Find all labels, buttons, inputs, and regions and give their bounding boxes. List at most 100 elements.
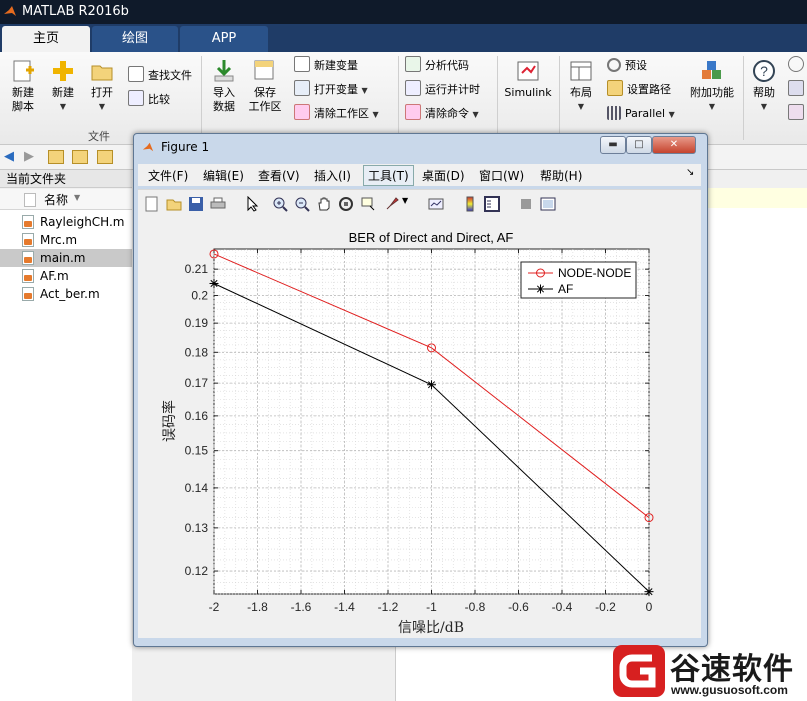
preferences-button[interactable]: 预设 (607, 56, 647, 76)
clear-workspace-icon (294, 104, 310, 120)
run-and-time-button[interactable]: 运行并计时 (405, 80, 480, 100)
pointer-icon[interactable] (244, 196, 260, 212)
tab-home[interactable]: 主页 (2, 26, 90, 52)
x-tick-label: -0.6 (508, 600, 529, 614)
show-plot-tools-icon[interactable] (540, 196, 556, 212)
addons-button[interactable]: 附加功能 ▼ (686, 58, 738, 114)
back-arrow-icon[interactable]: ◀ (4, 149, 14, 164)
maximize-icon: □ (634, 139, 644, 150)
watermark: 谷速软件 www.gusuosoft.com (612, 642, 807, 701)
x-tick-label: -0.2 (595, 600, 616, 614)
save-icon[interactable] (188, 196, 204, 212)
new-variable-icon (294, 56, 310, 72)
new-variable-button[interactable]: 新建变量 (294, 56, 358, 76)
app-title: MATLAB R2016b (22, 4, 129, 19)
file-list-header: 名称 ▼ (0, 189, 132, 210)
x-tick-label: -1.8 (247, 600, 268, 614)
figure-toolbar: ▼ (138, 189, 701, 219)
data-cursor-icon[interactable] (360, 196, 376, 212)
clear-workspace-button[interactable]: 清除工作区 ▼ (294, 104, 379, 125)
up-folder-icon[interactable] (48, 150, 64, 164)
star-marker (536, 284, 545, 294)
file-name: AF.m (40, 269, 69, 283)
m-file-icon (22, 269, 34, 283)
zoom-in-icon[interactable] (272, 196, 288, 212)
tab-apps[interactable]: APP (180, 26, 268, 52)
minimize-button[interactable]: ▬ (600, 136, 626, 154)
save-workspace-button[interactable]: 保存 工作区 (245, 58, 285, 114)
maximize-button[interactable]: □ (626, 136, 652, 154)
help-label: 帮助 (753, 86, 775, 99)
list-item[interactable]: main.m (0, 249, 132, 267)
analyze-code-button[interactable]: 分析代码 (405, 56, 469, 76)
parallel-button[interactable]: Parallel ▼ (607, 104, 675, 125)
learn-matlab-button[interactable] (788, 104, 807, 124)
link-plot-icon[interactable] (428, 196, 444, 212)
compare-button[interactable]: 比较 (128, 90, 170, 110)
menu-file[interactable]: 文件(F) (148, 167, 188, 184)
open-button[interactable]: 打开 ▼ (84, 58, 120, 114)
menu-help[interactable]: 帮助(H) (540, 167, 582, 184)
addons-cubes-icon (699, 58, 725, 84)
set-path-button[interactable]: 设置路径 (607, 80, 671, 100)
menu-view[interactable]: 查看(V) (258, 167, 300, 184)
import-data-icon (211, 58, 237, 84)
name-column-header[interactable]: 名称 (44, 191, 68, 208)
help-button[interactable]: ? 帮助 ▼ (747, 58, 781, 114)
chart-title: BER of Direct and Direct, AF (349, 230, 514, 245)
x-tick-label: -1.2 (378, 600, 399, 614)
ribbon-toolstrip: 新建 脚本 新建 ▼ 打开 ▼ 查找文件 比较 文件 导入 数据 保存 工作区 … (0, 52, 807, 145)
menu-dock-arrow-icon[interactable]: ↘ (686, 167, 694, 178)
close-icon: ✕ (669, 139, 679, 150)
open-variable-button[interactable]: 打开变量 ▼ (294, 80, 368, 101)
new-label: 新建 (52, 86, 74, 99)
addons-dropdown-icon: ▼ (708, 102, 716, 111)
layout-button[interactable]: 布局 ▼ (562, 58, 600, 114)
list-item[interactable]: RayleighCH.m (0, 213, 132, 231)
request-support-button[interactable] (788, 80, 807, 100)
list-item[interactable]: AF.m (0, 267, 132, 285)
new-script-icon (10, 58, 36, 84)
menu-insert[interactable]: 插入(I) (314, 167, 351, 184)
legend[interactable]: NODE-NODE AF (520, 261, 637, 299)
legend-entry: AF (558, 282, 573, 296)
brush-dropdown-icon[interactable]: ▼ (402, 196, 410, 212)
simulink-button[interactable]: Simulink (502, 58, 554, 100)
close-button[interactable]: ✕ (652, 136, 696, 154)
menu-desktop[interactable]: 桌面(D) (422, 167, 465, 184)
import-data-button[interactable]: 导入 数据 (205, 58, 243, 114)
menu-tools[interactable]: 工具(T) (363, 165, 414, 186)
ribbon-separator (201, 56, 202, 140)
menu-window[interactable]: 窗口(W) (479, 167, 524, 184)
ribbon-separator (559, 56, 560, 140)
list-item[interactable]: Act_ber.m (0, 285, 132, 303)
list-item[interactable]: Mrc.m (0, 231, 132, 249)
current-path-folder-icon[interactable] (97, 150, 113, 164)
open-file-icon[interactable] (166, 196, 182, 212)
new-script-button[interactable]: 新建 脚本 (4, 58, 42, 114)
new-button[interactable]: 新建 ▼ (44, 58, 82, 114)
insert-colorbar-icon[interactable] (462, 196, 478, 212)
hide-plot-tools-icon[interactable] (518, 196, 534, 212)
figure-title-bar[interactable]: Figure 1 ▬ □ ✕ (134, 134, 707, 160)
layout-dropdown-icon: ▼ (577, 102, 585, 111)
forward-arrow-icon[interactable]: ▶ (24, 149, 34, 164)
new-plus-icon (50, 58, 76, 84)
print-icon[interactable] (210, 196, 226, 212)
browse-folder-icon[interactable] (72, 150, 88, 164)
zoom-out-icon[interactable] (294, 196, 310, 212)
menu-edit[interactable]: 编辑(E) (203, 167, 244, 184)
community-button[interactable] (788, 56, 807, 76)
tab-plots[interactable]: 绘图 (92, 26, 178, 52)
find-files-button[interactable]: 查找文件 (128, 66, 192, 86)
sort-arrow-icon[interactable]: ▼ (74, 193, 80, 202)
figure-canvas[interactable]: -2 -1.8 -1.6 -1.4 -1.2 -1 -0.8 -0.6 -0.4 -0.2 0 0.1… (138, 218, 701, 638)
brush-icon[interactable] (384, 196, 400, 212)
info-bar (700, 188, 807, 208)
rotate-3d-icon[interactable] (338, 196, 354, 212)
x-axis-label: 信噪比/dB (398, 620, 464, 636)
new-figure-icon[interactable] (144, 196, 160, 212)
pan-hand-icon[interactable] (316, 196, 332, 212)
clear-commands-button[interactable]: 清除命令 ▼ (405, 104, 479, 125)
insert-legend-icon[interactable] (484, 196, 500, 212)
